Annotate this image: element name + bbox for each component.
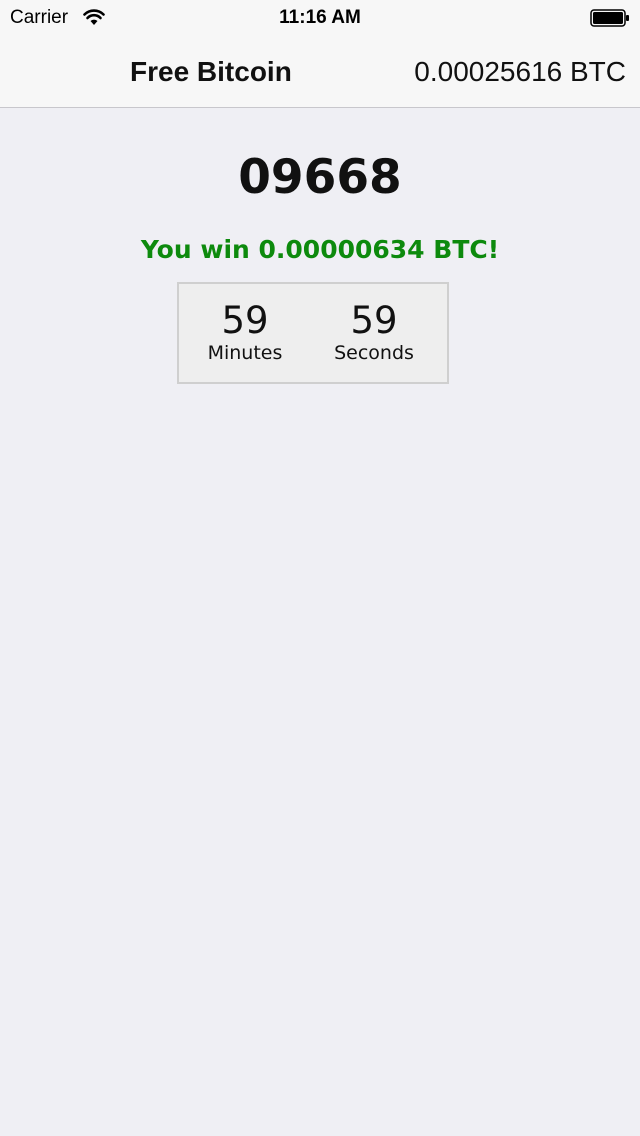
minutes-value: 59	[221, 299, 269, 342]
seconds-label: Seconds	[334, 342, 414, 364]
app-header: Carrier 11:16 AM Free Bitcoin 0.00025616…	[0, 0, 640, 108]
seconds-value: 59	[350, 299, 398, 342]
balance-label: 0.00025616 BTC	[414, 56, 626, 87]
timer-seconds: 59 Seconds	[324, 299, 424, 365]
roll-number: 09668	[238, 150, 402, 205]
win-message: You win 0.00000634 BTC!	[140, 235, 500, 264]
battery-icon	[590, 9, 629, 27]
nav-title: Free Bitcoin	[130, 56, 292, 87]
minutes-label: Minutes	[207, 342, 283, 364]
status-bar: Carrier 11:16 AM	[0, 0, 640, 40]
status-time: 11:16 AM	[279, 7, 361, 28]
timer-minutes: 59 Minutes	[195, 299, 295, 365]
countdown-timer: 59 Minutes 59 Seconds	[177, 282, 449, 384]
